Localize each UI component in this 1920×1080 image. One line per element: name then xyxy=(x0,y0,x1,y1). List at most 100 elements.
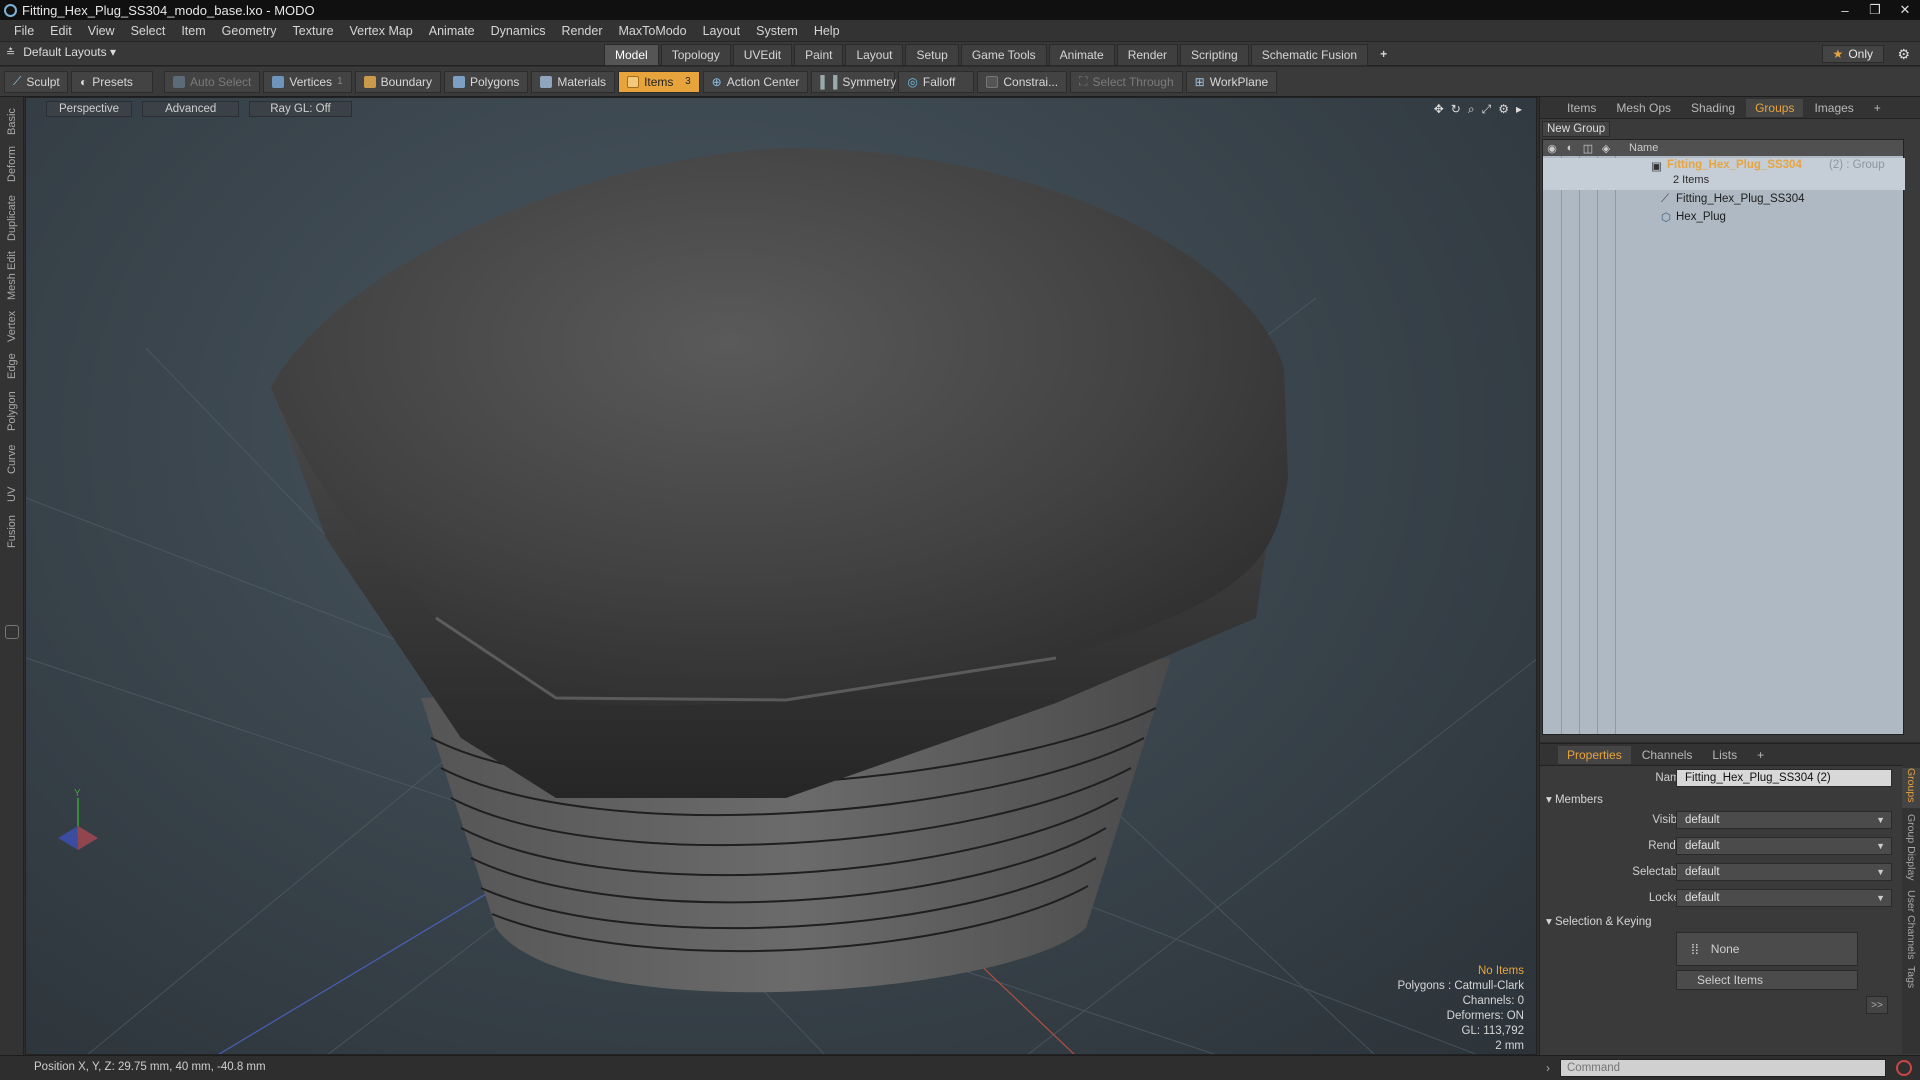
minimize-button[interactable]: – xyxy=(1830,0,1860,20)
maximize-viewport-icon[interactable]: ⤢ xyxy=(1482,102,1492,117)
action-center-button[interactable]: ⊕ Action Center xyxy=(702,70,809,93)
side-tab-user-channels[interactable]: User Channels xyxy=(1902,890,1920,960)
menu-geometry[interactable]: Geometry xyxy=(214,24,285,38)
eye-icon[interactable]: ◉ xyxy=(1543,142,1561,155)
group-member-row[interactable]: ⟋ Fitting_Hex_Plug_SS304 xyxy=(1543,191,1905,207)
group-member-row[interactable]: ⬡ Hex_Plug xyxy=(1543,209,1905,225)
tab-render[interactable]: Render xyxy=(1116,44,1179,66)
tab-uv[interactable]: UV xyxy=(0,483,24,505)
more-button[interactable]: >> xyxy=(1866,996,1888,1014)
tab-mesh-ops[interactable]: Mesh Ops xyxy=(1607,99,1680,117)
advanced-button[interactable]: Advanced xyxy=(142,101,240,117)
rotate-icon[interactable]: ↻ xyxy=(1451,102,1461,117)
presets-button[interactable]: ◐ Presets xyxy=(71,70,153,93)
tab-curve[interactable]: Curve xyxy=(0,441,24,477)
close-button[interactable]: ✕ xyxy=(1890,0,1920,20)
sculpt-button[interactable]: ⟋ Sculpt xyxy=(4,70,68,93)
gear-icon[interactable]: ⚙ xyxy=(1897,46,1910,63)
raygl-button[interactable]: Ray GL: Off xyxy=(249,101,352,117)
side-tab-group-display[interactable]: Group Display xyxy=(1902,814,1920,884)
perspective-button[interactable]: Perspective xyxy=(46,101,133,117)
tab-schematic-fusion[interactable]: Schematic Fusion xyxy=(1250,44,1369,66)
visible-dropdown[interactable]: default ▼ xyxy=(1676,811,1892,829)
record-icon[interactable] xyxy=(1896,1060,1912,1076)
tab-vertex[interactable]: Vertex xyxy=(0,307,24,345)
add-panel-tab-icon[interactable]: + xyxy=(1865,99,1890,117)
menu-file[interactable]: File xyxy=(6,24,42,38)
tab-setup[interactable]: Setup xyxy=(905,44,959,66)
menu-layout[interactable]: Layout xyxy=(695,24,749,38)
pan-icon[interactable]: ✥ xyxy=(1434,102,1444,117)
tab-polygon[interactable]: Polygon xyxy=(0,387,24,435)
falloff-button[interactable]: ◎ Falloff xyxy=(898,70,975,93)
tab-properties[interactable]: Properties xyxy=(1558,745,1631,764)
menu-select[interactable]: Select xyxy=(123,24,174,38)
members-section[interactable]: ▾ Members xyxy=(1546,792,1603,806)
layout-menu-icon[interactable]: ≛ xyxy=(6,46,15,59)
tab-layout[interactable]: Layout xyxy=(845,44,904,66)
tab-scripting[interactable]: Scripting xyxy=(1180,44,1249,66)
polygons-button[interactable]: Polygons xyxy=(444,70,529,93)
menu-texture[interactable]: Texture xyxy=(285,24,342,38)
menu-help[interactable]: Help xyxy=(806,24,848,38)
group-row[interactable]: ▣ Fitting_Hex_Plug_SS304 (2) : Group 2 I… xyxy=(1543,158,1905,190)
items-button[interactable]: Items 3 xyxy=(618,70,700,93)
vertices-button[interactable]: Vertices 1 xyxy=(263,70,352,93)
workplane-button[interactable]: ⊞ WorkPlane xyxy=(1185,70,1278,93)
materials-button[interactable]: Materials xyxy=(531,70,616,93)
toggle-palette-icon[interactable] xyxy=(5,625,19,639)
menu-edit[interactable]: Edit xyxy=(42,24,80,38)
tab-game-tools[interactable]: Game Tools xyxy=(960,44,1047,66)
menu-item[interactable]: Item xyxy=(173,24,213,38)
selection-keying-section[interactable]: ▾ Selection & Keying xyxy=(1546,914,1652,928)
select-through-button[interactable]: ⛶ Select Through xyxy=(1070,70,1183,93)
tab-lists[interactable]: Lists xyxy=(1703,746,1746,764)
side-tab-tags[interactable]: Tags xyxy=(1902,966,1920,996)
layout-selector[interactable]: Default Layouts ▾ xyxy=(23,45,116,59)
viewport-settings-icon[interactable]: ⚙ xyxy=(1498,102,1509,117)
menu-vertex-map[interactable]: Vertex Map xyxy=(342,24,421,38)
only-button[interactable]: ★ Only xyxy=(1821,45,1884,63)
render-icon[interactable]: ◐ xyxy=(1561,142,1579,154)
symmetry-button[interactable]: ▌▐ Symmetry xyxy=(811,70,896,93)
3d-viewport[interactable]: Y Perspective Advanced Ray GL: Off ✥ ↻ ⌕… xyxy=(25,97,1537,1055)
command-input[interactable] xyxy=(1560,1059,1886,1077)
tab-animate[interactable]: Animate xyxy=(1048,44,1115,66)
tab-mesh-edit[interactable]: Mesh Edit xyxy=(0,251,24,301)
tab-channels[interactable]: Channels xyxy=(1633,746,1702,764)
select-icon[interactable]: ◈ xyxy=(1597,142,1615,155)
maximize-button[interactable]: ❐ xyxy=(1860,0,1890,20)
menu-animate[interactable]: Animate xyxy=(421,24,483,38)
add-properties-tab-icon[interactable]: + xyxy=(1748,746,1773,764)
zoom-icon[interactable]: ⌕ xyxy=(1468,102,1475,117)
menu-view[interactable]: View xyxy=(80,24,123,38)
tab-basic[interactable]: Basic xyxy=(0,105,24,139)
tab-topology[interactable]: Topology xyxy=(660,44,731,66)
viewport-expand-icon[interactable]: ▸ xyxy=(1516,102,1522,117)
tab-items[interactable]: Items xyxy=(1558,99,1605,117)
boundary-button[interactable]: Boundary xyxy=(354,70,441,93)
menu-system[interactable]: System xyxy=(748,24,806,38)
menu-render[interactable]: Render xyxy=(554,24,611,38)
add-tab-button[interactable]: + xyxy=(1370,44,1397,66)
side-tab-groups[interactable]: Groups xyxy=(1902,768,1920,808)
tab-duplicate[interactable]: Duplicate xyxy=(0,191,24,245)
new-group-button[interactable]: New Group xyxy=(1542,121,1611,137)
render-dropdown[interactable]: default ▼ xyxy=(1676,837,1892,855)
tab-groups[interactable]: Groups xyxy=(1746,98,1804,117)
selectable-dropdown[interactable]: default ▼ xyxy=(1676,863,1892,881)
constrain-button[interactable]: Constrai... xyxy=(977,70,1068,93)
tab-model[interactable]: Model xyxy=(604,44,659,66)
menu-maxtomodo[interactable]: MaxToModo xyxy=(611,24,695,38)
tab-paint[interactable]: Paint xyxy=(794,44,844,66)
locked-dropdown[interactable]: default ▼ xyxy=(1676,889,1892,907)
select-items-button[interactable]: Select Items xyxy=(1676,970,1858,990)
tab-uvedit[interactable]: UVEdit xyxy=(732,44,793,66)
menu-dynamics[interactable]: Dynamics xyxy=(483,24,554,38)
tab-deform[interactable]: Deform xyxy=(0,143,24,185)
tab-shading[interactable]: Shading xyxy=(1682,99,1744,117)
lock-icon[interactable]: ◫ xyxy=(1579,142,1597,155)
tab-edge[interactable]: Edge xyxy=(0,351,24,381)
tab-images[interactable]: Images xyxy=(1805,99,1862,117)
auto-select-button[interactable]: Auto Select xyxy=(164,70,261,93)
